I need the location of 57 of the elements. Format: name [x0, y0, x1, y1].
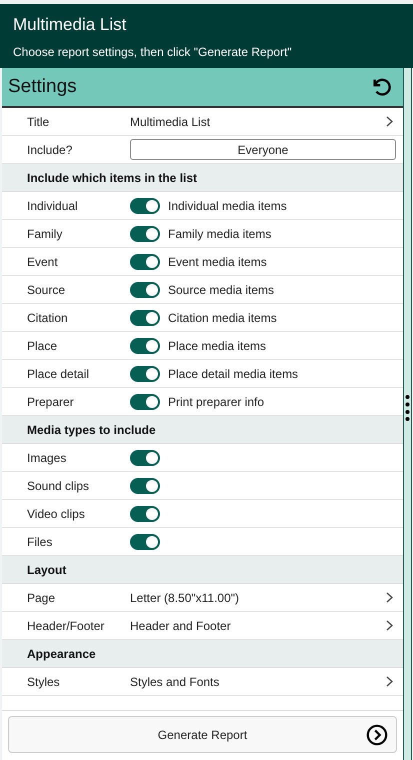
toggle-switch[interactable] [130, 282, 160, 298]
toggle-description: Print preparer info [168, 394, 264, 410]
setting-label: Include? [27, 142, 74, 158]
toggle-switch[interactable] [130, 198, 160, 214]
setting-value[interactable]: Multimedia List [130, 112, 386, 130]
window-title: Multimedia List [13, 14, 128, 36]
setting-label: Event [27, 254, 59, 270]
setting-label: Citation [27, 310, 69, 326]
setting-label: Title [27, 114, 50, 130]
toggle-switch[interactable] [130, 226, 160, 242]
toggle-switch[interactable] [130, 450, 160, 466]
chevron-right-icon [386, 676, 393, 687]
toggle-switch[interactable] [130, 366, 160, 382]
section-header: Appearance [2, 640, 403, 668]
reset-icon[interactable] [371, 76, 393, 98]
toggle-description: Individual media items [168, 198, 287, 214]
setting-value[interactable]: Letter (8.50"x11.00") [130, 588, 386, 606]
include-dropdown[interactable]: Everyone [130, 139, 396, 160]
chevron-right-icon [386, 592, 393, 603]
setting-label: Place [27, 338, 58, 354]
toggle-description: Source media items [168, 282, 274, 298]
toggle-description: Citation media items [168, 310, 277, 326]
section-header: Media types to include [2, 416, 403, 444]
setting-label: Header/Footer [27, 618, 106, 634]
setting-label: Individual [27, 198, 79, 214]
toggle-description: Event media items [168, 254, 267, 270]
setting-label: Styles [27, 674, 61, 690]
toggle-description: Place media items [168, 338, 266, 354]
toggle-switch[interactable] [130, 394, 160, 410]
toggle-description: Place detail media items [168, 366, 298, 382]
setting-label: Files [27, 534, 54, 550]
setting-label: Source [27, 282, 66, 298]
setting-label: Video clips [27, 506, 86, 522]
setting-label: Family [27, 226, 64, 242]
setting-label: Sound clips [27, 478, 90, 494]
setting-label: Preparer [27, 394, 75, 410]
toggle-switch[interactable] [130, 478, 160, 494]
toggle-description: Family media items [168, 226, 272, 242]
section-header: Include which items in the list [2, 164, 403, 192]
setting-value[interactable]: Styles and Fonts [130, 672, 386, 690]
toggle-switch[interactable] [130, 534, 160, 550]
toggle-switch[interactable] [130, 254, 160, 270]
subtitle: Choose report settings, then click "Generate Report" [13, 44, 293, 60]
more-icon[interactable] [405, 394, 410, 422]
forward-circle-icon [366, 724, 388, 746]
setting-label: Images [27, 450, 68, 466]
section-header: Layout [2, 556, 403, 584]
setting-value[interactable]: Header and Footer [130, 616, 386, 634]
setting-label: Page [27, 590, 56, 606]
generate-report-button[interactable]: Generate Report [8, 716, 397, 753]
setting-label: Place detail [27, 366, 90, 382]
toggle-switch[interactable] [130, 338, 160, 354]
toggle-switch[interactable] [130, 310, 160, 326]
chevron-right-icon [386, 116, 393, 127]
chevron-right-icon [386, 620, 393, 631]
settings-title: Settings [8, 74, 77, 99]
toggle-switch[interactable] [130, 506, 160, 522]
